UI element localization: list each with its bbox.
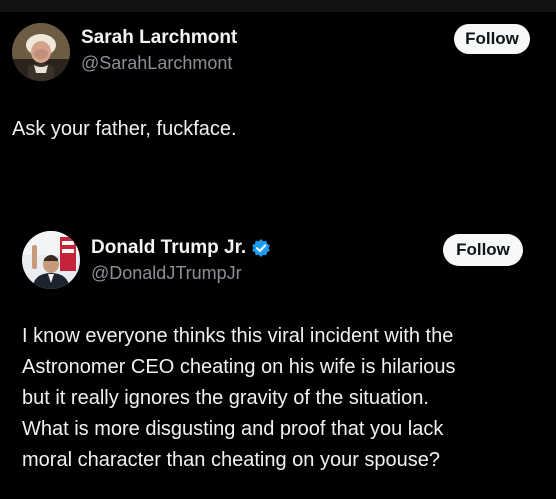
quoted-post-text-line-1: I know everyone thinks this viral incide… <box>22 325 454 347</box>
sarah-larchmont-avatar[interactable] <box>12 23 70 81</box>
verified-badge-icon <box>251 238 271 258</box>
quoted-post-text-line-2: Astronomer CEO cheating on his wife is h… <box>22 356 456 378</box>
top-divider-strip <box>0 0 556 12</box>
quoted-author-name[interactable]: Donald Trump Jr. <box>91 237 246 259</box>
quoted-post-text-line-5: moral character than cheating on your sp… <box>22 449 441 471</box>
quoted-post-text-line-4: What is more disgusting and proof that y… <box>22 418 444 440</box>
follow-button-top[interactable]: Follow <box>454 24 530 54</box>
quoted-post-text-line-3: but it really ignores the gravity of the… <box>22 387 429 409</box>
top-author-name[interactable]: Sarah Larchmont <box>81 27 237 49</box>
tweet-card: Sarah Larchmont @SarahLarchmont Follow A… <box>0 12 556 499</box>
quoted-author-handle[interactable]: @DonaldJTrumpJr <box>91 263 242 284</box>
follow-button-quoted[interactable]: Follow <box>443 234 523 266</box>
top-author-handle[interactable]: @SarahLarchmont <box>81 53 232 74</box>
donald-trump-jr-avatar[interactable] <box>22 231 80 289</box>
top-post-text: Ask your father, fuckface. <box>12 118 237 140</box>
